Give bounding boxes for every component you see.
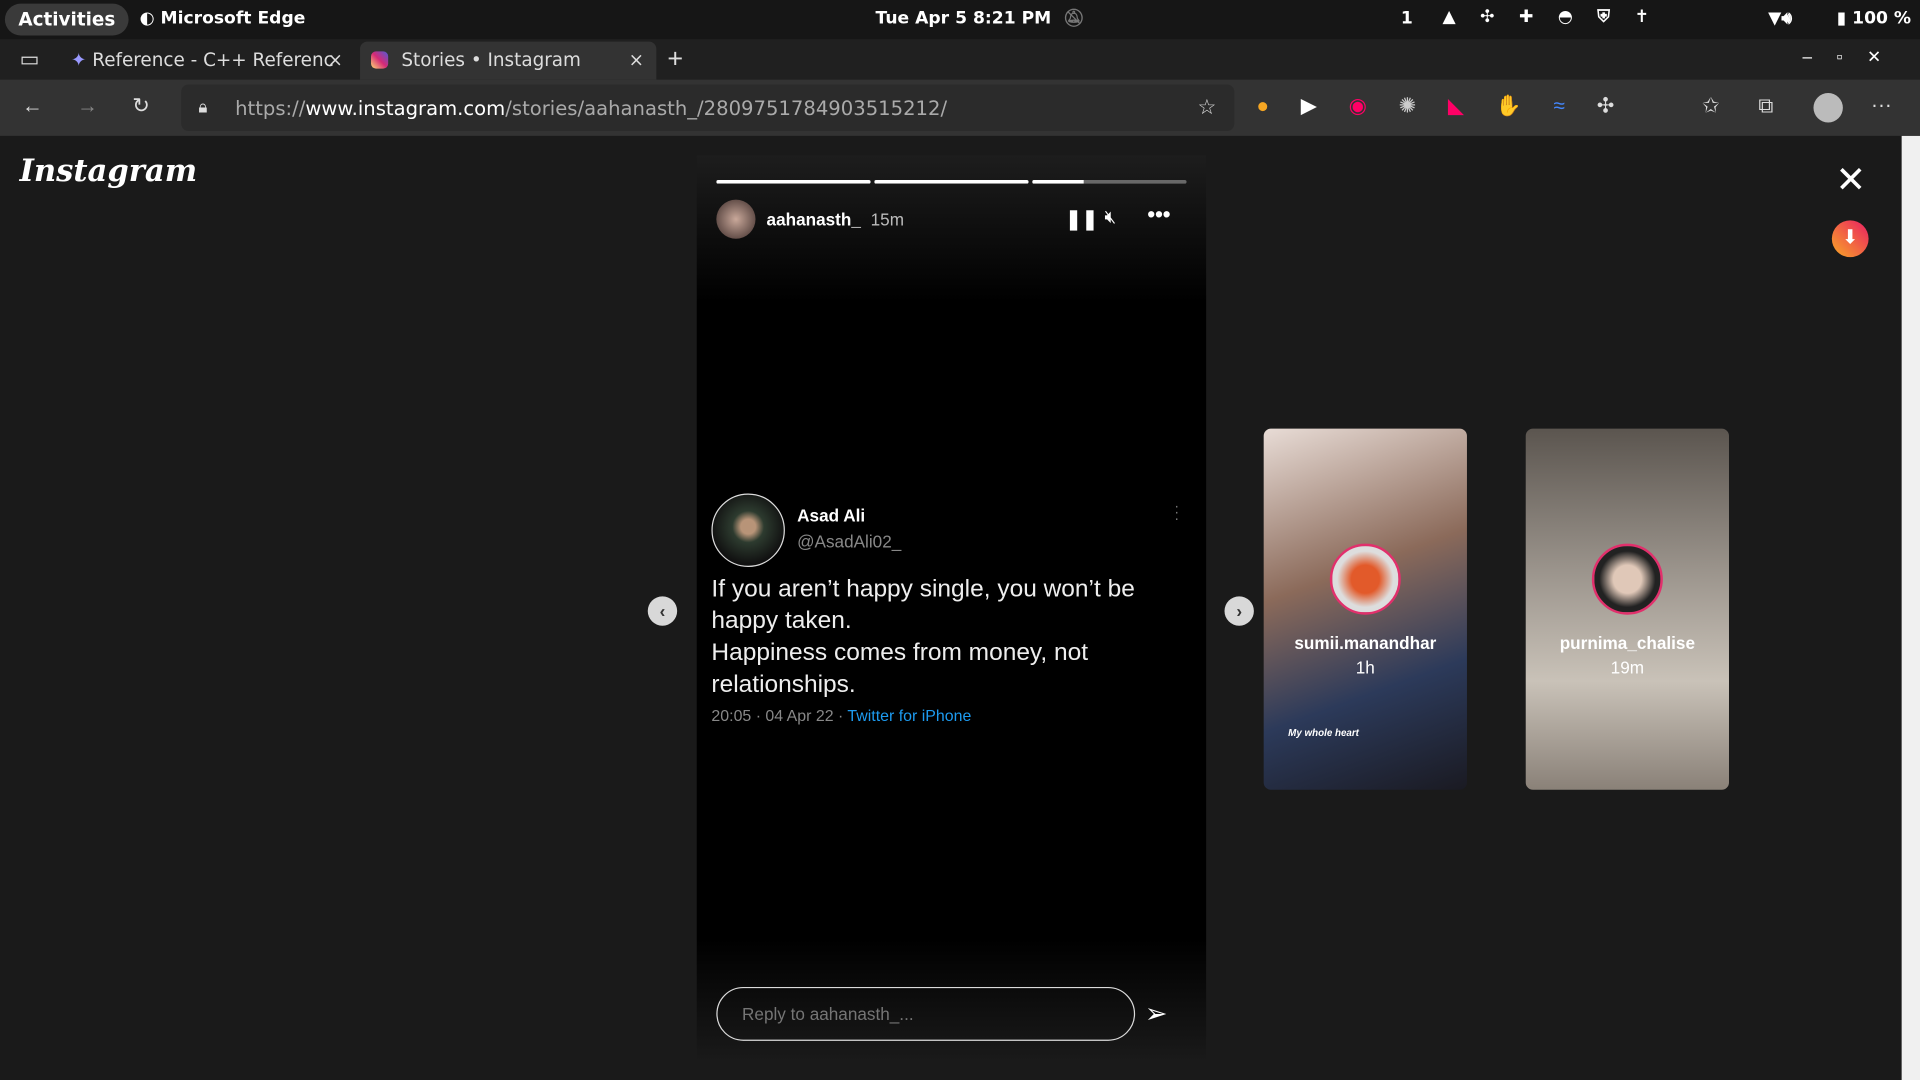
story-time: 15m (870, 209, 904, 229)
next-story-button[interactable]: › (1224, 596, 1254, 626)
next-story-card[interactable]: purnima_chalise 19m (1525, 428, 1729, 790)
tweet-avatar (711, 493, 785, 567)
address-bar[interactable]: 🔒︎ https://www.instagram.com/stories/aah… (181, 84, 1235, 132)
more-options-icon[interactable]: ••• (1147, 202, 1170, 228)
tweet-author: Asad Ali (797, 505, 866, 526)
extension-icons[interactable]: ●▶◉✺◣✋≈✣ (1256, 94, 1646, 118)
instagram-favicon (371, 51, 389, 69)
add-favorite-icon[interactable]: ☆ (1198, 96, 1217, 120)
download-extension-icon[interactable]: ⬇ (1831, 220, 1869, 258)
story-card-time: 1h (1355, 657, 1375, 678)
story-card-time: 19m (1610, 657, 1645, 678)
tweet-menu-icon: · · · (1174, 497, 1180, 527)
favorites-icon[interactable]: ✩ (1702, 94, 1719, 118)
browser-toolbar: ← → ↻ 🔒︎ https://www.instagram.com/stori… (0, 79, 1920, 136)
profile-avatar[interactable] (1813, 93, 1843, 123)
url-host: www.instagram.com (305, 96, 506, 121)
story-card-caption: My whole heart (1288, 727, 1359, 739)
story-card-username: purnima_chalise (1559, 633, 1696, 653)
story-card-username: sumii.manandhar (1294, 633, 1437, 653)
reference-favicon: ✦ (71, 48, 87, 72)
progress-segment (874, 180, 1029, 184)
instagram-logo[interactable]: Instagram (20, 153, 198, 189)
tab-strip: ▭ ✦ Reference - C++ Referenc × Stories • … (0, 39, 1920, 80)
progress-segment (716, 180, 871, 184)
close-tab-icon[interactable]: × (327, 42, 342, 80)
progress-fill (874, 180, 1029, 184)
close-tab-icon[interactable]: × (629, 42, 644, 80)
progress-fill (1032, 180, 1084, 184)
tweet-line: If you aren’t happy single, you won’t be (711, 575, 1135, 603)
forward-button[interactable]: → (77, 94, 98, 118)
page-scrollbar[interactable] (1901, 135, 1920, 1080)
notifications-off-icon: 🔕︎ (1062, 8, 1085, 29)
workspace-indicator[interactable]: 1 (1401, 9, 1413, 29)
reply-input[interactable] (716, 986, 1136, 1041)
app-name: Microsoft Edge (160, 8, 306, 29)
wifi-icon: ▼🔊︎ (1768, 8, 1793, 29)
tab-label: Stories • Instagram (401, 48, 581, 72)
mute-button[interactable]: 🔇︎ (1104, 207, 1116, 228)
collections-icon[interactable]: ⧉ (1758, 94, 1773, 118)
tweet-timestamp: 20:05 · 04 Apr 22 · (711, 706, 848, 725)
window-controls[interactable]: –▫✕ (1802, 47, 1905, 68)
story-username[interactable]: aahanasth_ (767, 209, 861, 229)
refresh-button[interactable]: ↻ (132, 94, 149, 118)
battery-indicator[interactable]: ▮ 100 % (1837, 9, 1911, 29)
lock-icon: 🔒︎ (198, 96, 208, 117)
tab-label: Reference - C++ Referenc (92, 48, 334, 72)
system-top-bar: Activities ◐ Microsoft Edge Tue Apr 5 8:… (0, 0, 1920, 40)
progress-segment (1032, 180, 1187, 184)
url-path: /stories/aahanasth_/2809751784903515212/ (505, 96, 948, 121)
pause-button[interactable]: ❚❚ (1065, 207, 1098, 231)
story-viewer: aahanasth_ 15m ❚❚ 🔇︎ ••• Asad Ali @AsadA… (696, 155, 1207, 1062)
progress-fill (716, 180, 871, 184)
battery-level: 100 % (1852, 8, 1912, 29)
tweet-source: Twitter for iPhone (847, 706, 972, 725)
previous-story-button[interactable]: ‹ (647, 596, 678, 626)
tweet-line: relationships. (711, 671, 856, 698)
tweet-text: If you aren’t happy single, you won’t be… (711, 573, 1134, 700)
story-user-avatar[interactable] (716, 199, 756, 239)
tweet-meta: 20:05 · 04 Apr 22 · Twitter for iPhone (711, 707, 971, 725)
new-tab-button[interactable]: + (667, 45, 683, 72)
more-menu-icon[interactable]: ··· (1871, 93, 1892, 117)
tab-instagram[interactable]: Stories • Instagram × (360, 41, 657, 80)
next-story-card[interactable]: sumii.manandhar 1h My whole heart (1263, 428, 1467, 790)
close-icon[interactable]: ✕ (1836, 162, 1867, 200)
app-menu[interactable]: ◐ Microsoft Edge (140, 9, 306, 29)
url-scheme: https:// (235, 96, 306, 121)
clock[interactable]: Tue Apr 5 8:21 PM (876, 9, 1052, 29)
edge-icon: ◐ (139, 8, 155, 29)
tweet-handle: @AsadAli02_ (797, 531, 902, 552)
tweet-line: Happiness comes from money, not (711, 639, 1089, 667)
back-button[interactable]: ← (22, 94, 43, 118)
instagram-stories-page: Instagram ✕ ⬇ aahanasth_ 15m ❚❚ 🔇︎ ••• A… (0, 135, 1902, 1080)
activities-button[interactable]: Activities (4, 3, 129, 36)
story-card-avatar (1591, 543, 1663, 615)
tweet-line: happy taken. (711, 607, 852, 635)
tab-reference[interactable]: ✦ Reference - C++ Referenc × (71, 42, 353, 80)
story-card-avatar (1329, 543, 1401, 615)
tray-icons[interactable]: ▲✣✚◓⛨✝ (1442, 7, 1673, 27)
tab-actions-icon[interactable]: ▭ (20, 48, 40, 72)
send-icon[interactable]: ➢ (1145, 998, 1168, 1030)
